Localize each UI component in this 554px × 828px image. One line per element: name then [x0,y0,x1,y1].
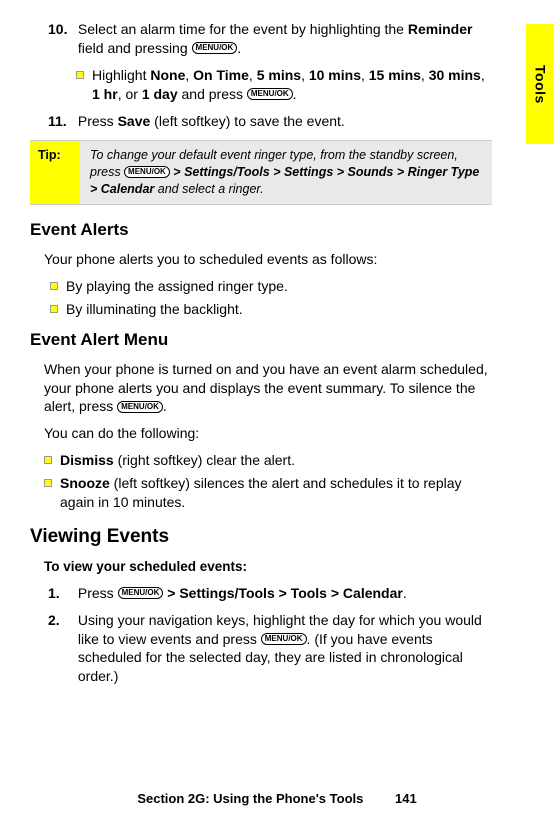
text: When your phone is turned on and you hav… [44,361,488,415]
to-view-line: To view your scheduled events: [44,558,492,576]
bullet-icon [76,71,84,79]
page-number: 141 [395,791,417,806]
menu-ok-icon: MENU/OK [192,42,238,54]
bullet-icon [44,456,52,464]
bullet-icon [50,305,58,313]
menu-ok-icon: MENU/OK [124,166,170,178]
tip-body: To change your default event ringer type… [80,141,492,204]
text: and press [178,86,247,102]
opt: 5 mins [257,67,301,83]
opt: 1 day [142,86,178,102]
step-num: 10. [48,20,74,39]
alerts-bullet-1: By playing the assigned ringer type. [50,277,492,296]
dismiss-label: Dismiss [60,452,114,468]
step-num: 11. [48,112,74,131]
text: and select a ringer. [154,182,263,196]
tip-label: Tip: [30,141,80,204]
footer-section: Section 2G: Using the Phone's Tools [137,791,363,806]
sep: , [421,67,429,83]
heading-viewing-events: Viewing Events [30,524,492,550]
side-tab-tools: Tools [526,24,554,144]
step-11: 11. Press Save (left softkey) to save th… [48,112,492,131]
opt: 1 hr [92,86,118,102]
step-10-sub: Highlight None, On Time, 5 mins, 10 mins… [76,66,492,104]
step-num: 1. [48,584,74,603]
opt: 10 mins [309,67,361,83]
step-body: Using your navigation keys, highlight th… [78,611,492,687]
step-body: Press MENU/OK > Settings/Tools > Tools >… [78,584,492,603]
step-body: Press Save (left softkey) to save the ev… [78,112,492,131]
text: . [163,398,167,414]
text: Press [78,113,118,129]
text: (left softkey) silences the alert and sc… [60,475,462,510]
heading-event-alert-menu: Event Alert Menu [30,329,492,352]
menu-ok-icon: MENU/OK [247,88,293,100]
sep: , [481,67,485,83]
text: . [403,585,407,601]
bullet-text: Snooze (left softkey) silences the alert… [60,474,492,512]
bullet-icon [44,479,52,487]
menu-ok-icon: MENU/OK [118,587,164,599]
text: field and pressing [78,40,192,56]
page-content: 10. Select an alarm time for the event b… [30,20,492,686]
bullet-icon [50,282,58,290]
viewing-step-1: 1. Press MENU/OK > Settings/Tools > Tool… [48,584,492,603]
sep: , [361,67,369,83]
settings-chain: > Settings/Tools > Tools > Calendar [163,585,402,601]
step-num: 2. [48,611,74,630]
menu-ok-icon: MENU/OK [261,633,307,645]
alerts-bullet-2: By illuminating the backlight. [50,300,492,319]
side-tab-label: Tools [531,65,550,104]
text: (left softkey) to save the event. [150,113,345,129]
opt: On Time [193,67,249,83]
bullet-text: By illuminating the backlight. [66,300,492,319]
alert-menu-bullet-2: Snooze (left softkey) silences the alert… [44,474,492,512]
text: . [237,40,241,56]
reminder-field-label: Reminder [408,21,473,37]
step-10: 10. Select an alarm time for the event b… [48,20,492,58]
sep: , [249,67,257,83]
menu-ok-icon: MENU/OK [117,401,163,413]
save-label: Save [118,113,151,129]
opt: None [150,67,185,83]
bullet-text: Highlight None, On Time, 5 mins, 10 mins… [92,66,492,104]
heading-event-alerts: Event Alerts [30,219,492,242]
sep: , [301,67,309,83]
text: . [293,86,297,102]
opt: 30 mins [429,67,481,83]
alert-menu-p2: You can do the following: [44,424,492,443]
sep: , or [118,86,142,102]
alert-menu-bullet-1: Dismiss (right softkey) clear the alert. [44,451,492,470]
bullet-text: Dismiss (right softkey) clear the alert. [60,451,492,470]
tip-box: Tip: To change your default event ringer… [30,140,492,205]
page-footer: Section 2G: Using the Phone's Tools 141 [30,790,524,808]
text: (right softkey) clear the alert. [114,452,295,468]
text: Select an alarm time for the event by hi… [78,21,408,37]
text: Highlight [92,67,150,83]
step-body: Select an alarm time for the event by hi… [78,20,492,58]
sep: , [185,67,193,83]
alert-menu-p1: When your phone is turned on and you hav… [44,360,492,417]
snooze-label: Snooze [60,475,110,491]
bullet-text: By playing the assigned ringer type. [66,277,492,296]
opt: 15 mins [369,67,421,83]
viewing-step-2: 2. Using your navigation keys, highlight… [48,611,492,687]
alerts-intro: Your phone alerts you to scheduled event… [44,250,492,269]
text: Press [78,585,118,601]
